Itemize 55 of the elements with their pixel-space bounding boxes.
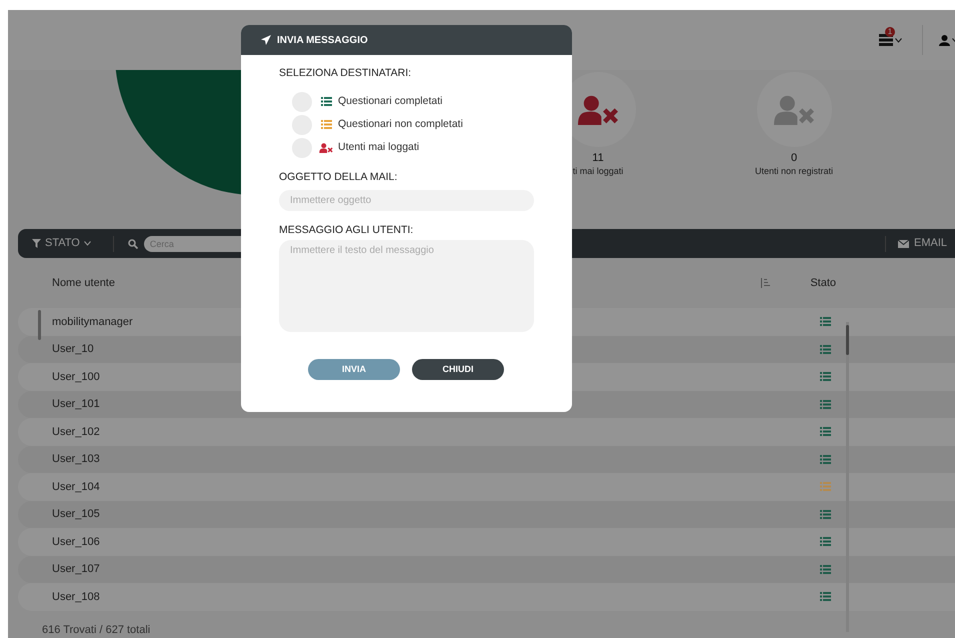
user-name: User_10 bbox=[52, 342, 94, 357]
notification-badge: 1 bbox=[885, 27, 895, 37]
table-row[interactable]: User_108 bbox=[18, 583, 955, 610]
user-menu-button[interactable] bbox=[939, 34, 955, 46]
close-button[interactable]: CHIUDI bbox=[412, 359, 504, 380]
search-icon bbox=[128, 238, 138, 248]
email-button[interactable]: EMAIL bbox=[898, 235, 947, 252]
table-row[interactable]: User_102 bbox=[18, 418, 955, 446]
user-name: User_104 bbox=[52, 480, 100, 494]
stat-value: 0 bbox=[790, 152, 798, 165]
caret-icon bbox=[895, 38, 902, 42]
status-filter-button[interactable]: STATO bbox=[32, 235, 91, 252]
user-icon bbox=[939, 34, 950, 46]
user-name: User_105 bbox=[52, 507, 100, 522]
option-label: Utenti mai loggati bbox=[338, 140, 420, 155]
user-name: User_108 bbox=[52, 590, 100, 604]
table-row[interactable]: User_106 bbox=[18, 528, 955, 556]
message-field[interactable]: Immettere il testo del messaggio bbox=[279, 240, 534, 332]
scrollbar-thumb[interactable] bbox=[38, 310, 41, 340]
caret-icon bbox=[84, 241, 91, 246]
scrollbar-thumb[interactable] bbox=[846, 325, 849, 355]
section-label: OGGETTO DELLA MAIL: bbox=[279, 170, 398, 183]
user-name: User_101 bbox=[52, 397, 100, 412]
table-row[interactable]: User_103 bbox=[18, 446, 955, 473]
paper-plane-icon bbox=[261, 35, 271, 45]
column-header[interactable]: Stato bbox=[810, 274, 836, 292]
user-name: User_102 bbox=[52, 424, 100, 440]
user-name: User_103 bbox=[52, 452, 100, 467]
option-label: Questionari completati bbox=[338, 94, 442, 109]
table-row[interactable]: User_104 bbox=[18, 473, 955, 500]
user-x-icon bbox=[319, 142, 333, 153]
list-icon bbox=[320, 120, 332, 130]
stat-label: Utenti non registrati bbox=[754, 165, 834, 177]
results-count: 616 Trovati / 627 totali bbox=[42, 624, 150, 636]
option-label: Questionari non completati bbox=[338, 116, 463, 132]
table-row[interactable]: User_105 bbox=[18, 500, 955, 528]
section-label: SELEZIONA DESTINATARI: bbox=[279, 67, 412, 79]
section-label: MESSAGGIO AGLI UTENTI: bbox=[279, 224, 414, 236]
user-name: mobilitymanager bbox=[52, 314, 133, 330]
user-name: User_100 bbox=[52, 370, 100, 384]
user-name: User_107 bbox=[52, 562, 100, 577]
user-x-icon bbox=[774, 94, 814, 124]
send-button[interactable]: INVIA bbox=[308, 359, 400, 380]
dialog-title: INVIA MESSAGGIO bbox=[277, 34, 368, 48]
user-x-icon bbox=[578, 94, 618, 124]
column-header[interactable]: Nome utente bbox=[52, 274, 115, 292]
envelope-icon bbox=[898, 240, 909, 248]
user-name: User_106 bbox=[52, 534, 100, 550]
sort-icon[interactable] bbox=[761, 278, 770, 288]
stat-value: 11 bbox=[592, 152, 604, 165]
subject-field[interactable]: Immettere oggetto bbox=[279, 190, 534, 210]
list-icon bbox=[320, 97, 332, 106]
stat-label: ti mai loggati bbox=[572, 165, 624, 177]
funnel-icon bbox=[32, 239, 41, 248]
table-row[interactable]: User_107 bbox=[18, 556, 955, 583]
